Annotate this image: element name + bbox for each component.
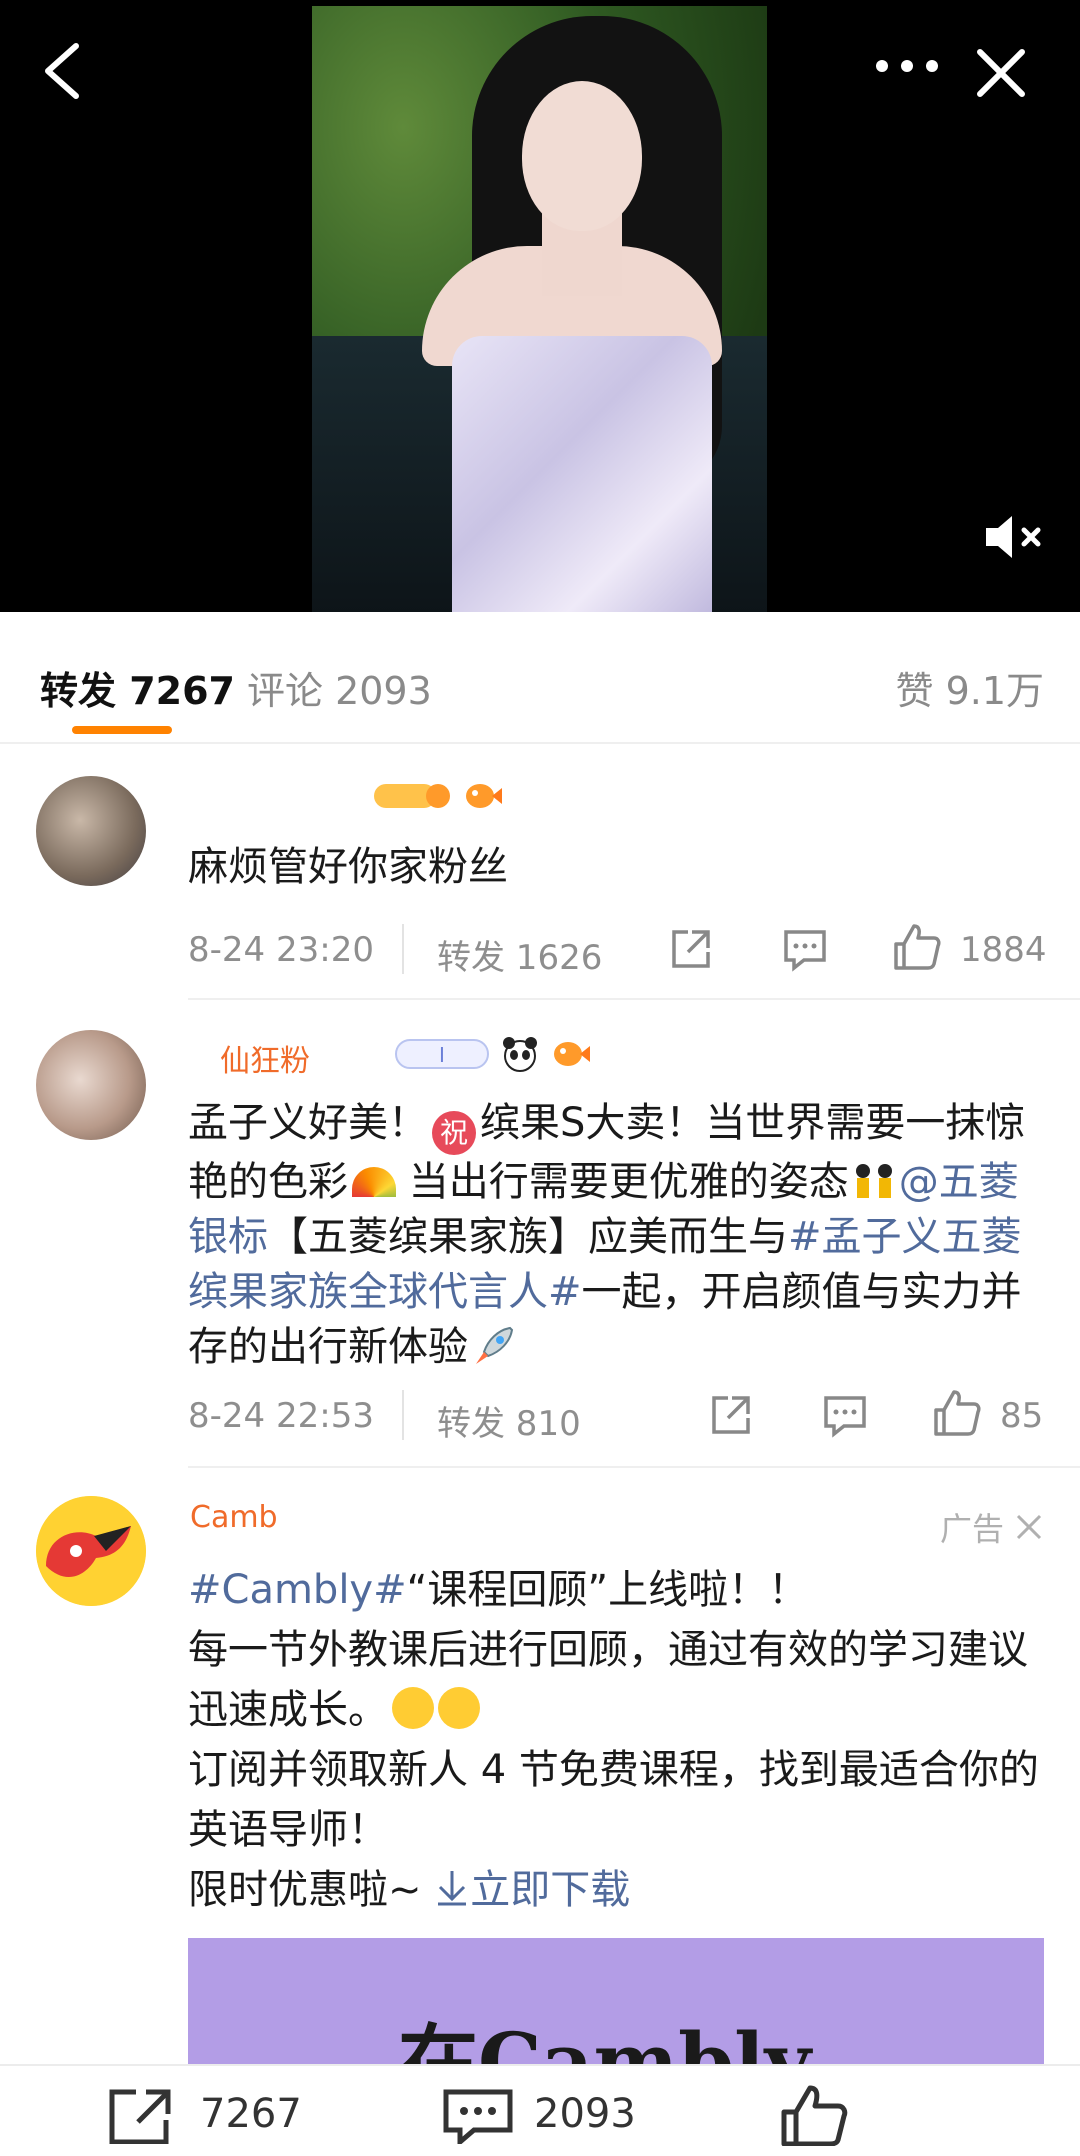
celebrate-emoji-icon: 祝 (432, 1111, 476, 1155)
tab-comment[interactable]: 评论 2093 (247, 660, 432, 715)
membership-badge-icon: I (395, 1039, 489, 1069)
ad-text: #Cambly#“课程回顾”上线啦！！ 每一节外教课后进行回顾，通过有效的学习建… (188, 1567, 1039, 1913)
tab-like[interactable]: 赞 9.1万 (895, 660, 1044, 715)
share-button[interactable] (706, 1390, 756, 1444)
download-link[interactable]: 立即下载 (434, 1867, 630, 1913)
chevron-left-icon (45, 43, 79, 99)
timestamp: 8-24 22:53 (188, 1396, 374, 1436)
close-icon (977, 49, 1025, 97)
avatar[interactable] (36, 776, 146, 886)
repost-text: 麻烦管好你家粉丝 (188, 844, 508, 890)
video-player[interactable] (0, 0, 1080, 612)
bottom-repost-button[interactable]: 7267 (106, 2084, 302, 2144)
thumbs-up-icon (894, 924, 941, 970)
tab-bar: 转发 7267 评论 2093 赞 9.1万 (0, 612, 1080, 742)
thumbs-up-icon (934, 1390, 981, 1436)
cambly-logo-icon (36, 1496, 146, 1606)
user-badges (372, 776, 502, 816)
dancers-emoji-icon (849, 1161, 899, 1201)
more-button[interactable] (872, 46, 942, 86)
repost-text: 孟子义好美！祝缤果S大卖！当世界需要一抹惊艳的色彩 当出行需要更优雅的姿态 @五菱… (188, 1100, 1026, 1370)
repost-count[interactable]: 转发 810 (437, 1396, 581, 1445)
share-icon (672, 930, 710, 968)
thumbs-up-icon (781, 2085, 848, 2146)
svg-text:I: I (439, 1043, 445, 1067)
comment-icon (824, 1396, 866, 1438)
like-button[interactable] (930, 1386, 984, 1444)
bottom-like-button[interactable] (778, 2084, 858, 2146)
rocket-emoji-icon (472, 1324, 516, 1368)
bottom-comment-button[interactable]: 2093 (440, 2084, 636, 2144)
shocked-emoji-icon (438, 1687, 480, 1729)
fish-badge-icon (554, 1042, 590, 1066)
divider (188, 1466, 1080, 1468)
bottom-action-bar: 7267 2093 (0, 2064, 1080, 2156)
ad-banner-text: 在Cambly (398, 2015, 811, 2068)
close-button[interactable] (970, 42, 1032, 104)
comment-icon (784, 930, 826, 972)
avatar[interactable] (36, 1030, 146, 1140)
username[interactable]: 仙狂粉 (220, 1036, 310, 1080)
video-frame (312, 6, 767, 612)
back-button[interactable] (36, 36, 96, 106)
bottom-repost-count: 7267 (200, 2091, 302, 2137)
rainbow-emoji-icon (352, 1167, 396, 1197)
like-button[interactable] (890, 920, 944, 978)
share-button[interactable] (666, 924, 716, 978)
tab-repost[interactable]: 转发 7267 (40, 660, 235, 715)
username-redacted (190, 780, 360, 816)
bottom-comment-count: 2093 (534, 2091, 636, 2137)
close-icon (1016, 1514, 1042, 1540)
comment-button[interactable] (820, 1390, 870, 1444)
comment-icon (443, 2089, 513, 2144)
user-badges: I (394, 1034, 590, 1074)
divider (0, 742, 1080, 744)
repost-count[interactable]: 转发 1626 (437, 930, 602, 979)
share-icon (712, 1396, 750, 1434)
mute-button[interactable] (982, 512, 1048, 562)
ad-banner-image[interactable]: 在Cambly (188, 1938, 1044, 2068)
active-tab-indicator (72, 726, 172, 734)
avatar[interactable] (36, 1496, 146, 1606)
divider (402, 924, 404, 974)
like-count: 1884 (960, 930, 1047, 970)
speaker-muted-icon (986, 516, 1041, 558)
shocked-emoji-icon (392, 1687, 434, 1729)
hashtag-link[interactable]: #Cambly# (188, 1567, 407, 1613)
divider (188, 998, 1080, 1000)
username[interactable]: Camb (190, 1500, 278, 1535)
like-count: 85 (1000, 1396, 1044, 1436)
divider (402, 1390, 404, 1440)
download-arrow-icon (438, 1871, 467, 1906)
panda-icon (503, 1037, 537, 1072)
timestamp: 8-24 23:20 (188, 930, 374, 970)
share-icon (109, 2089, 171, 2144)
comment-button[interactable] (780, 924, 830, 978)
badge-icon (374, 784, 450, 808)
fish-badge-icon (466, 784, 502, 808)
ad-label[interactable]: 广告 (940, 1504, 1044, 1550)
more-dots-icon (876, 60, 938, 72)
